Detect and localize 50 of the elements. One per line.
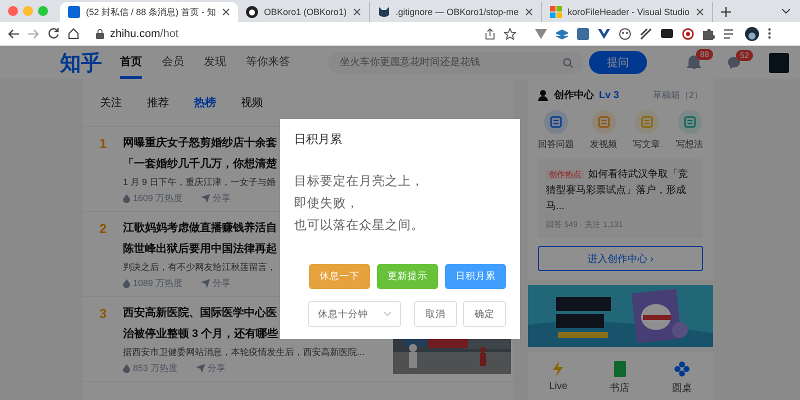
heat-count: 1089 万热度 — [133, 277, 183, 290]
shortcut-link[interactable]: Live — [543, 360, 574, 396]
address-bar[interactable]: zhihu.com/hot — [96, 28, 476, 40]
message-badge: 52 — [736, 50, 753, 60]
dialog-message: 也可以落在众星之间。 — [294, 217, 425, 234]
feed-tab[interactable]: 热榜 — [194, 95, 216, 110]
share-button[interactable]: 分享 — [196, 362, 226, 375]
rank-number: 2 — [98, 220, 108, 238]
hot-title[interactable]: 陈世峰出狱后要用中国法律再起 — [123, 240, 277, 258]
hot-title[interactable]: 网曝重庆女子怒剪婚纱店十余套 — [123, 134, 277, 152]
feed-tab[interactable]: 关注 — [100, 95, 122, 110]
duration-select[interactable]: 休息十分钟 — [308, 301, 401, 327]
cancel-button[interactable]: 取消 — [414, 301, 457, 327]
shortcut-link[interactable]: 圆桌 — [666, 360, 698, 396]
hot-title[interactable]: 「一套婚纱几千几万，你想清楚 — [123, 155, 277, 173]
shortcut-link[interactable]: 书店 — [604, 360, 636, 396]
hot-title[interactable]: 江歌妈妈考虑做直播赚钱养活自 — [123, 219, 277, 237]
rank-number: 1 — [98, 135, 108, 153]
share-button[interactable]: 分享 — [200, 192, 231, 205]
hot-excerpt: 1 月 9 日下午，重庆江津，一女子与婚 — [123, 176, 277, 189]
confirm-button[interactable]: 确定 — [463, 301, 506, 327]
level-label: Lv 3 — [599, 90, 620, 100]
hot-excerpt: 据西安市卫健委网站消息，本轮疫情发生后，西安高新医院... — [123, 346, 365, 359]
ask-button[interactable]: 提问 — [589, 51, 647, 74]
dialog-message: 目标要定在月亮之上， — [294, 173, 425, 190]
card-title: 创作中心 — [554, 88, 594, 102]
browser-tab[interactable]: (52 封私信 / 88 条消息) 首页 - 知 — [60, 2, 238, 22]
hot-excerpt: 判决之后，有不少网友给江秋莲留言， — [123, 261, 277, 274]
notification-badge: 88 — [696, 49, 713, 60]
share-button[interactable]: 分享 — [200, 277, 231, 290]
feed-tab[interactable]: 推荐 — [147, 95, 169, 110]
creation-action[interactable]: 写文章 — [633, 110, 660, 151]
heat-count: 853 万热度 — [133, 362, 178, 375]
creation-action[interactable]: 回答问题 — [538, 110, 574, 151]
creation-action[interactable]: 写想法 — [676, 110, 703, 151]
hot-topic-text[interactable]: 创作热点 如何看待武汉争取「竞猜型赛马彩票试点」落户，形成马... — [546, 167, 695, 215]
enter-creator-center-button[interactable]: 进入创作中心 › — [538, 246, 703, 271]
heat-count: 1609 万热度 — [133, 192, 183, 205]
creation-action[interactable]: 发视频 — [590, 110, 617, 151]
nav-link[interactable]: 会员 — [162, 46, 184, 79]
dialog-message: 即使失败， — [294, 195, 360, 212]
zhihu-logo[interactable]: 知乎 — [60, 48, 102, 76]
search-field[interactable]: 坐火车你更愿意花时间还是花钱 — [328, 52, 583, 74]
rank-number: 3 — [98, 305, 108, 323]
drafts-link[interactable]: 草稿箱（2） — [652, 88, 703, 102]
nav-link[interactable]: 发现 — [204, 46, 226, 79]
dialog-title: 日积月累 — [294, 131, 343, 148]
feed-tab[interactable]: 视频 — [241, 95, 263, 110]
nav-link[interactable]: 等你来答 — [246, 46, 290, 79]
dialog-button[interactable]: 日积月累 — [445, 264, 506, 289]
